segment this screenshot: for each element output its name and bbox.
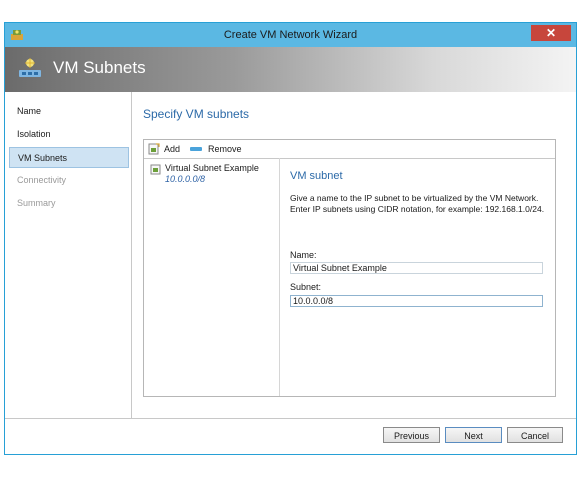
subnet-field[interactable] [290,295,543,307]
wizard-window: Create VM Network Wizard ✕ VM Subnets Na… [4,22,577,455]
wizard-footer: Previous Next Cancel [5,418,576,455]
subnet-icon [150,164,161,175]
page-title: Specify VM subnets [143,107,250,121]
subnet-label: Subnet: [290,282,322,292]
nav-step-vm-subnets[interactable]: VM Subnets [9,147,129,168]
nav-step-name[interactable]: Name [9,101,129,122]
name-label: Name: [290,250,317,260]
subnet-item-address: 10.0.0.0/8 [165,174,206,184]
remove-button[interactable]: Remove [208,143,242,155]
remove-icon[interactable] [190,146,202,152]
banner-title: VM Subnets [53,58,146,77]
subnet-list: Virtual Subnet Example 10.0.0.0/8 [144,158,280,396]
nav-step-connectivity: Connectivity [17,175,67,185]
list-item[interactable]: Virtual Subnet Example 10.0.0.0/8 [148,162,276,188]
detail-description: Give a name to the IP subnet to be virtu… [290,193,545,214]
window-title: Create VM Network Wizard [223,29,358,41]
nav-step-isolation[interactable]: Isolation [9,124,129,145]
title-bar[interactable]: Create VM Network Wizard ✕ [5,23,576,47]
previous-button[interactable]: Previous [383,427,440,443]
wizard-banner: VM Subnets [5,47,576,92]
subnet-item-name: Virtual Subnet Example [165,163,259,173]
add-button[interactable]: Add [164,143,180,155]
add-icon[interactable] [148,143,160,155]
subnet-toolbar: Add Remove [144,140,555,159]
vm-network-icon [19,58,41,77]
nav-step-summary: Summary [17,198,56,208]
next-button[interactable]: Next [445,427,502,443]
close-button[interactable]: ✕ [531,25,571,41]
subnet-panel: Add Remove Virtual Subnet Example 10.0.0… [143,139,556,397]
name-field[interactable] [290,262,543,274]
wizard-steps-nav: Name Isolation VM Subnets Connectivity S… [5,92,132,418]
detail-title: VM subnet [290,170,343,182]
cancel-button[interactable]: Cancel [507,427,563,443]
